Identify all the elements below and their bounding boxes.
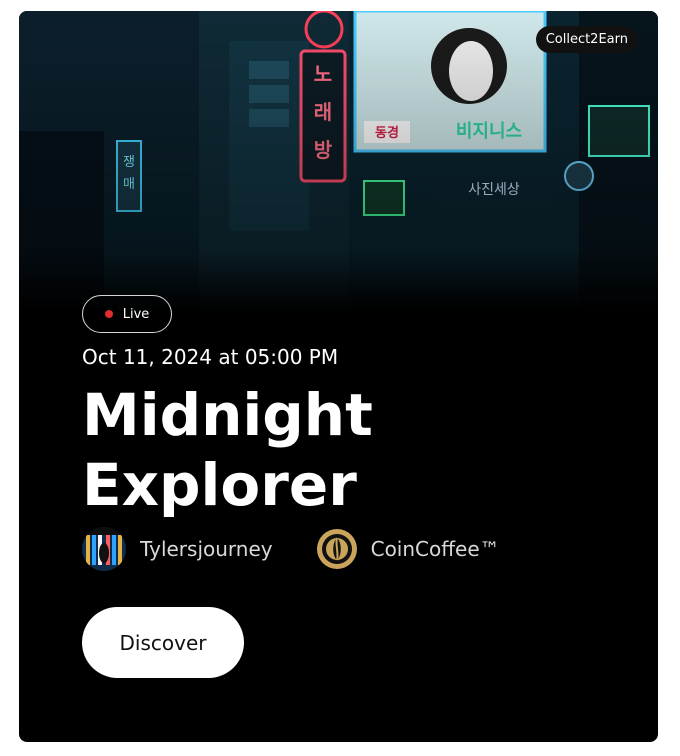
live-status-badge: Live xyxy=(82,295,172,333)
coin-coffee-logo-icon xyxy=(316,529,357,569)
event-title-line-1: Midnight xyxy=(82,381,373,449)
discover-button[interactable]: Discover xyxy=(82,607,244,678)
hero-image: 노 래 방 쟁 매 동경 비지니스 사진세상 xyxy=(19,11,658,311)
event-title: Midnight Explorer xyxy=(82,380,373,520)
event-meta: Tylersjourney CoinCoffee™ xyxy=(82,527,500,571)
brand-name[interactable]: CoinCoffee™ xyxy=(371,537,500,561)
creator-name[interactable]: Tylersjourney xyxy=(140,537,273,561)
event-date: Oct 11, 2024 at 05:00 PM xyxy=(82,345,339,369)
creator-avatar[interactable] xyxy=(82,527,126,571)
collect2earn-badge: Collect2Earn xyxy=(535,26,638,53)
live-dot-icon xyxy=(104,310,113,318)
event-title-line-2: Explorer xyxy=(82,451,357,519)
event-card[interactable]: 노 래 방 쟁 매 동경 비지니스 사진세상 Collect xyxy=(19,11,658,742)
live-status-label: Live xyxy=(122,306,150,322)
